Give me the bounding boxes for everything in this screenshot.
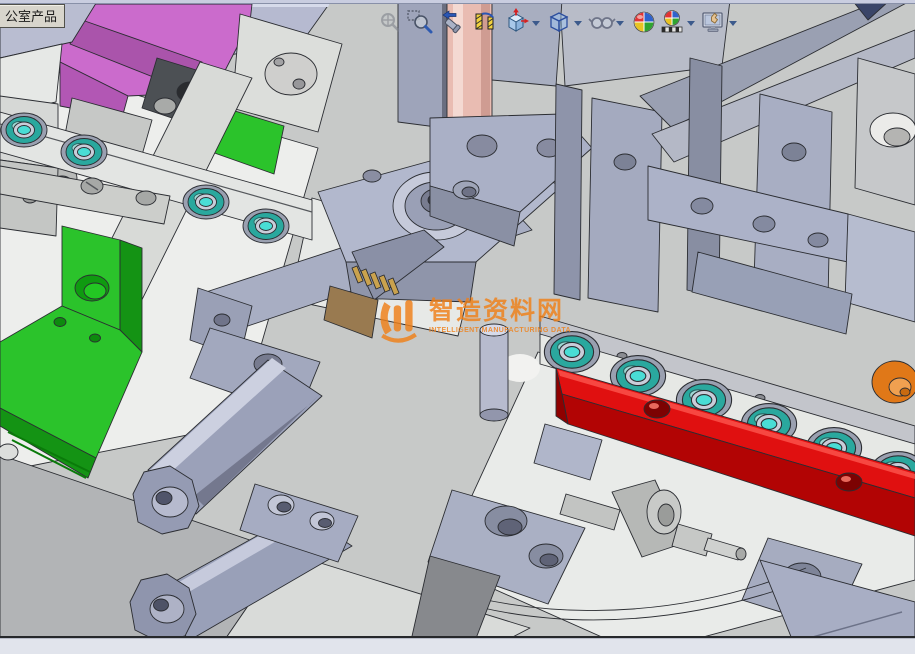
- hide-show-items-dropdown[interactable]: [616, 21, 624, 26]
- cad-application-window: 智造资料网 INTELLIGENT MANUFACTURING DATA: [0, 0, 915, 654]
- view-settings-icon[interactable]: [700, 8, 728, 36]
- display-style-icon[interactable]: [546, 8, 574, 36]
- apply-scene-dropdown[interactable]: [687, 21, 695, 26]
- apply-scene-icon[interactable]: [658, 8, 686, 36]
- document-tab-label: 公室产品: [5, 9, 57, 24]
- document-tab[interactable]: 公室产品: [0, 4, 65, 28]
- hide-show-items-icon[interactable]: [588, 8, 616, 36]
- section-view-icon[interactable]: [472, 8, 500, 36]
- view-orientation-icon[interactable]: [503, 8, 531, 36]
- 3d-viewport[interactable]: 智造资料网 INTELLIGENT MANUFACTURING DATA: [0, 0, 915, 654]
- assembly-render: [0, 0, 915, 654]
- display-style-dropdown[interactable]: [574, 21, 582, 26]
- view-settings-dropdown[interactable]: [729, 21, 737, 26]
- zoom-to-area-icon[interactable]: [406, 8, 434, 36]
- view-orientation-dropdown[interactable]: [532, 21, 540, 26]
- window-top-edge: [0, 0, 915, 4]
- edit-appearance-icon[interactable]: [630, 8, 658, 36]
- bottom-strip: [0, 638, 915, 654]
- zoom-to-fit-icon[interactable]: [376, 8, 404, 36]
- previous-view-icon[interactable]: [440, 8, 468, 36]
